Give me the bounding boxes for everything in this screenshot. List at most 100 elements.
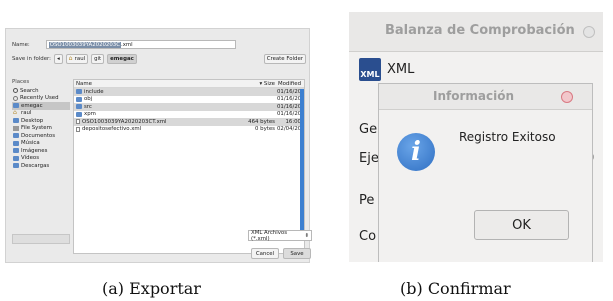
folder-icon	[13, 118, 19, 124]
column-size-header[interactable]: ▾ Size	[247, 81, 277, 87]
place-label: Vídeos	[21, 155, 40, 162]
place-label: Imágenes	[21, 147, 48, 154]
place-descargas[interactable]: Descargas	[12, 162, 70, 170]
file-row[interactable]: OSO1003039YA2020203CT.xml 464 bytes 16:0…	[74, 118, 304, 126]
info-icon: i	[397, 133, 435, 171]
dialog-titlebar: Información	[379, 84, 592, 110]
file-row[interactable]: obj 01/16/20	[74, 96, 304, 104]
back-arrow-icon: ◂	[56, 56, 60, 62]
path-button-raul[interactable]: ⌂ raul	[65, 54, 89, 64]
caption-a: (a) Exportar	[102, 279, 201, 298]
search-icon	[13, 88, 18, 94]
file-type-filter-select[interactable]: XML Archivos (*.xml) ⬍	[248, 229, 312, 242]
cancel-button[interactable]: Cancel	[251, 248, 279, 259]
dialog-message: Registro Exitoso	[459, 130, 556, 144]
save-in-folder-row: Save in folder: ◂ ⌂ raul git emegac Creat…	[12, 54, 306, 64]
xml-label: XML	[387, 62, 415, 77]
ok-button[interactable]: OK	[474, 210, 569, 240]
file-list: Name ▾ Size Modified include 01/16/20 ob…	[73, 79, 305, 254]
folder-icon	[13, 103, 19, 109]
column-size-label: Size	[263, 80, 275, 87]
place-documentos[interactable]: Documentos	[12, 132, 70, 140]
folder-icon	[76, 104, 82, 110]
file-name: obj	[84, 96, 93, 103]
place-label: Search	[20, 87, 39, 94]
column-modified-header[interactable]: Modified	[277, 81, 304, 87]
place-emegac[interactable]: emegac	[12, 102, 70, 110]
save-button[interactable]: Save	[283, 248, 311, 259]
bg-label-2: Eje	[359, 151, 379, 166]
dialog-close-icon[interactable]	[561, 91, 573, 103]
save-in-label: Save in folder:	[12, 56, 51, 62]
window-titlebar: Balanza de Comprobación	[349, 12, 603, 52]
name-row: Name: OSO1003039YA2020203C .xml	[12, 40, 236, 49]
filename-extension: .xml	[120, 41, 133, 48]
folder-icon	[13, 133, 19, 139]
file-row[interactable]: src 01/16/20	[74, 103, 304, 111]
bg-label-1: Ge	[359, 122, 378, 137]
info-dialog: Información i Registro Exitoso OK	[378, 83, 593, 262]
path-button-git[interactable]: git	[91, 54, 105, 64]
path-button-emegac[interactable]: emegac	[107, 54, 137, 64]
filename-selected-text: OSO1003039YA2020203C	[48, 41, 121, 48]
dropdown-arrows-icon: ⬍	[304, 232, 309, 239]
filter-value: XML Archivos (*.xml)	[251, 229, 288, 242]
file-name: include	[84, 88, 104, 95]
save-file-dialog: Name: OSO1003039YA2020203C .xml Save in …	[5, 28, 312, 263]
place-desktop[interactable]: Desktop	[12, 117, 70, 125]
path-label: raul	[74, 56, 86, 62]
dialog-title: Información	[433, 89, 515, 103]
places-sidebar: Places Search Recently Used emegac ⌂ raul…	[12, 79, 70, 229]
file-name: OSO1003039YA2020203CT.xml	[82, 118, 167, 125]
bg-label-3: Pe	[359, 193, 375, 208]
folder-icon	[13, 140, 19, 146]
clock-icon	[13, 95, 18, 101]
file-list-header: Name ▾ Size Modified	[74, 80, 304, 88]
bg-label-4: Co	[359, 229, 377, 244]
place-label: Documentos	[21, 132, 56, 139]
column-name-header[interactable]: Name	[74, 81, 247, 87]
folder-icon	[76, 89, 82, 95]
path-label: git	[94, 56, 102, 62]
folder-icon	[13, 155, 19, 161]
place-label: Música	[21, 140, 40, 147]
place-search[interactable]: Search	[12, 87, 70, 95]
file-row[interactable]: include 01/16/20	[74, 88, 304, 96]
caption-b: (b) Confirmar	[400, 279, 511, 298]
place-recently-used[interactable]: Recently Used	[12, 95, 70, 103]
place-musica[interactable]: Música	[12, 140, 70, 148]
folder-icon	[76, 111, 82, 117]
file-name: depositosefectivo.xml	[82, 126, 142, 133]
file-row[interactable]: xpm 01/16/20	[74, 111, 304, 119]
window-close-icon[interactable]	[583, 26, 595, 38]
places-add-remove-bar[interactable]	[12, 234, 70, 244]
place-label: raul	[21, 110, 32, 117]
place-label: Desktop	[21, 117, 44, 124]
place-label: Recently Used	[20, 95, 59, 102]
folder-icon	[13, 163, 19, 169]
path-label: emegac	[110, 56, 134, 62]
create-folder-button[interactable]: Create Folder	[263, 54, 306, 64]
disk-icon	[13, 125, 19, 131]
place-label: Descargas	[21, 162, 50, 169]
file-size: 464 bytes	[248, 118, 275, 125]
xml-file-icon: XML	[359, 58, 381, 81]
path-back-button[interactable]: ◂	[53, 54, 63, 64]
file-row[interactable]: depositosefectivo.xml 0 bytes 02/04/20	[74, 126, 304, 134]
file-icon	[76, 119, 80, 125]
place-videos[interactable]: Vídeos	[12, 155, 70, 163]
folder-icon	[76, 96, 82, 102]
window-title: Balanza de Comprobación	[385, 23, 575, 38]
file-list-scrollbar[interactable]	[300, 89, 304, 239]
place-raul[interactable]: ⌂ raul	[12, 110, 70, 118]
file-name: src	[84, 103, 92, 110]
filename-input[interactable]: OSO1003039YA2020203C .xml	[45, 40, 236, 49]
places-header: Places	[12, 79, 30, 85]
folder-icon	[13, 148, 19, 154]
place-label: File System	[21, 125, 52, 132]
file-size: 0 bytes	[255, 126, 275, 133]
file-icon	[76, 126, 80, 132]
name-label: Name:	[12, 41, 30, 48]
place-file-system[interactable]: File System	[12, 125, 70, 133]
place-imagenes[interactable]: Imágenes	[12, 147, 70, 155]
